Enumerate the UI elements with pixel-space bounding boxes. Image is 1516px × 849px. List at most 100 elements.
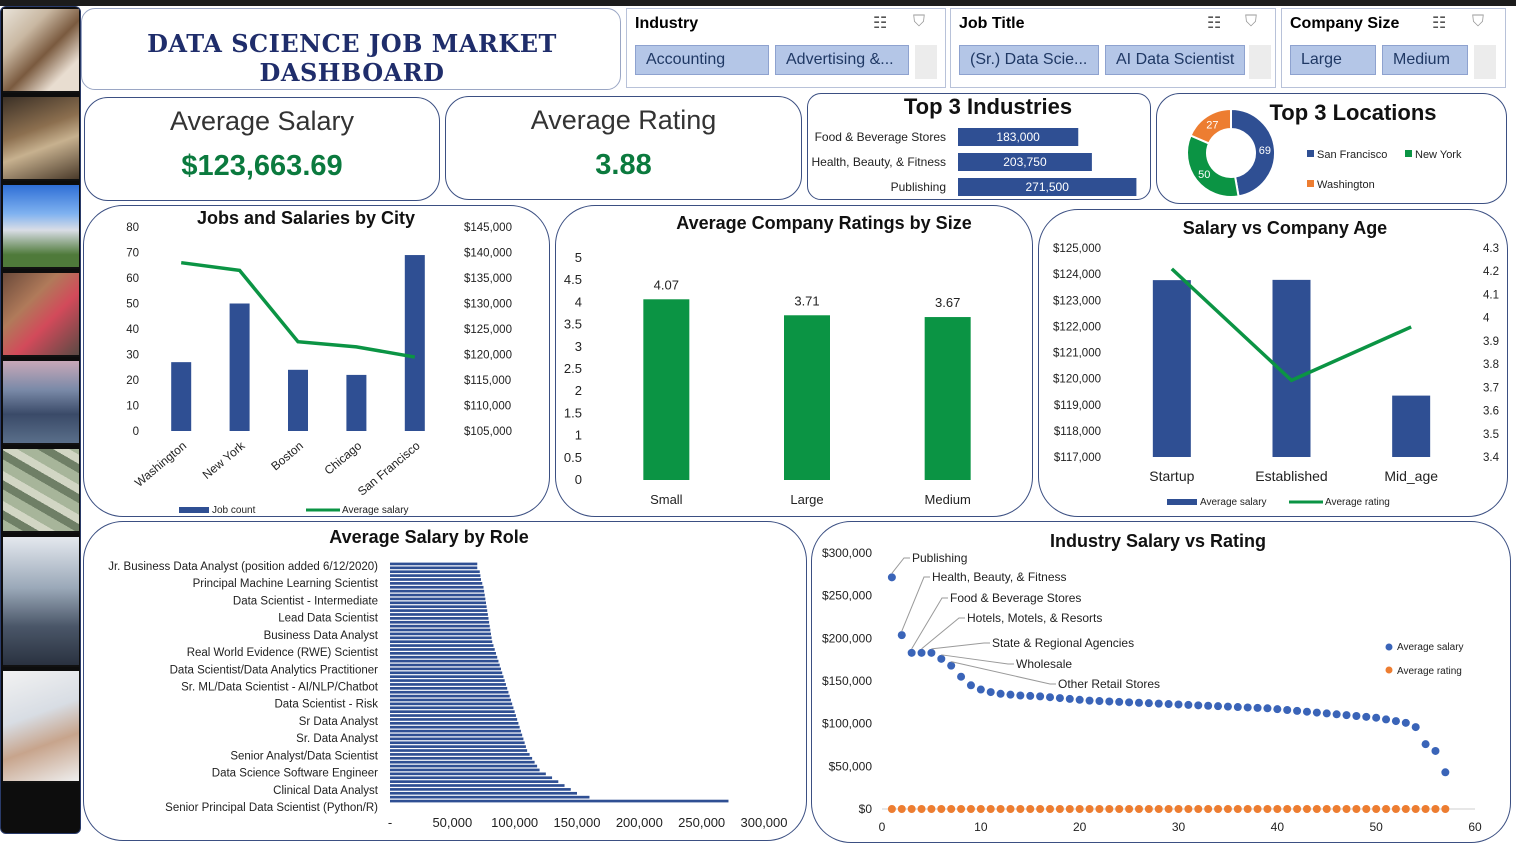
role-bar <box>390 721 519 725</box>
salary-point <box>986 688 995 697</box>
salary-point <box>1026 691 1035 700</box>
role-bar <box>390 632 491 636</box>
salary-point <box>1154 699 1163 708</box>
clear-filter-icon[interactable]: ⛉ <box>913 13 925 31</box>
role-bar <box>390 683 506 686</box>
donut-slice-label: 50 <box>1198 169 1210 181</box>
rating-point <box>1263 804 1272 813</box>
job-title-slicer[interactable]: Job Title ☷ ⛉ (Sr.) Data Scie... AI Data… <box>950 8 1276 88</box>
legend-label: Average salary <box>1200 497 1267 508</box>
role-bar <box>390 675 504 679</box>
clear-filter-icon[interactable]: ⛉ <box>1245 13 1257 31</box>
salary-point <box>1362 712 1371 721</box>
salary-point <box>1174 700 1183 709</box>
top-locations-chart: Top 3 Locations 69 50 27 San Francisco New Y… <box>1186 100 1462 198</box>
rating-point <box>1273 804 1282 813</box>
rating-point <box>1085 804 1094 813</box>
role-bar <box>390 694 510 698</box>
multi-select-icon[interactable]: ☷ <box>873 13 887 33</box>
y-tick: 2.5 <box>564 361 582 376</box>
x-tick: San Francisco <box>355 438 423 498</box>
bar <box>1152 280 1191 457</box>
slicer-scroll[interactable] <box>1474 45 1496 79</box>
y-tick: $300,000 <box>822 546 872 560</box>
company-size-slicer-label: Company Size <box>1290 15 1400 32</box>
y-right-tick: 3.5 <box>1483 429 1499 441</box>
salary-point <box>1105 697 1114 706</box>
slicer-item-sr-data-scientist[interactable]: (Sr.) Data Scie... <box>959 45 1099 75</box>
role-bar <box>390 593 485 597</box>
multi-select-icon[interactable]: ☷ <box>1432 13 1446 33</box>
y-right-tick: 4 <box>1483 313 1490 325</box>
role-bar <box>390 725 520 729</box>
role-bar <box>390 628 491 632</box>
legend-label: San Francisco <box>1317 149 1387 161</box>
x-tick: Large <box>790 492 823 507</box>
slicer-scroll[interactable] <box>915 45 937 79</box>
y-left-tick: 0 <box>133 426 139 438</box>
role-bar <box>390 605 487 609</box>
y-tick: $150,000 <box>822 674 872 688</box>
age-chart-card: Salary vs Company Age $117,000 $118,000 $11… <box>1038 209 1508 517</box>
legend-label: Average rating <box>1397 666 1462 677</box>
y-tick: 3.5 <box>564 317 582 332</box>
bar <box>924 317 971 480</box>
salary-point <box>1134 698 1143 707</box>
rating-point <box>887 804 896 813</box>
top-industries-title: Top 3 Industries <box>904 94 1072 119</box>
y-tick: $200,000 <box>822 631 872 645</box>
y-tick: 4.5 <box>564 272 582 287</box>
role-chart-card: Average Salary by Role Jr. Business Data … <box>83 521 807 841</box>
rating-point <box>1401 804 1410 813</box>
rating-point <box>1105 804 1114 813</box>
rating-point <box>1243 804 1252 813</box>
company-size-slicer[interactable]: Company Size ☷ ⛉ Large Medium <box>1281 8 1506 88</box>
rating-point <box>1372 804 1381 813</box>
donut-slice-label: 27 <box>1206 120 1218 132</box>
salary-point <box>1263 704 1272 713</box>
bar <box>288 369 308 431</box>
legend-label: Average rating <box>1325 497 1390 508</box>
salary-point <box>887 573 896 582</box>
role-bar <box>390 620 490 624</box>
office-building-photo <box>3 185 79 269</box>
slicer-item-advertising[interactable]: Advertising &... <box>775 45 909 75</box>
x-tick: 200,000 <box>616 815 663 830</box>
y-right-tick: 4.2 <box>1483 266 1499 278</box>
slicer-item-accounting[interactable]: Accounting <box>635 45 769 75</box>
y-right-tick: $110,000 <box>464 401 511 413</box>
role-label: Data Scientist/Data Analytics Practition… <box>170 664 379 676</box>
rating-point <box>1214 804 1223 813</box>
slicer-item-large[interactable]: Large <box>1290 45 1376 75</box>
rating-point <box>1293 804 1302 813</box>
role-bar <box>390 780 559 783</box>
avg-salary-label: Average Salary <box>169 106 355 136</box>
salary-point <box>1382 715 1391 724</box>
salary-point <box>1322 709 1331 718</box>
annotation-leader <box>921 617 965 650</box>
rating-point <box>1342 804 1351 813</box>
y-tick: 4 <box>575 294 582 309</box>
role-label: Sr. ML/Data Scientist - AI/NLP/Chatbot <box>181 682 379 694</box>
role-bar <box>390 760 535 764</box>
role-bar <box>390 784 565 787</box>
slicer-item-ai-data-scientist[interactable]: AI Data Scientist <box>1105 45 1245 75</box>
y-left-tick: 40 <box>126 324 139 336</box>
chart-title: Average Company Ratings by Size <box>676 213 971 233</box>
role-bar <box>390 613 488 616</box>
annotation-label: Publishing <box>912 551 967 565</box>
salary-point <box>1342 711 1351 720</box>
age-chart: Salary vs Company Age $117,000 $118,000 $11… <box>1053 218 1500 508</box>
role-bar <box>390 690 509 694</box>
industry-slicer[interactable]: Industry ☷ ⛉ Accounting Advertising &... <box>626 8 946 88</box>
multi-select-icon[interactable]: ☷ <box>1207 13 1221 33</box>
size-chart-card: Average Company Ratings by Size 0 0.5 1 1.5 2… <box>555 205 1033 517</box>
role-label: Clinical Data Analyst <box>273 785 379 797</box>
clear-filter-icon[interactable]: ⛉ <box>1472 13 1484 31</box>
role-bar <box>390 741 525 745</box>
salary-point <box>1352 711 1361 720</box>
role-bar <box>390 710 515 713</box>
annotation-label: Health, Beauty, & Fitness <box>932 570 1067 584</box>
slicer-item-medium[interactable]: Medium <box>1382 45 1468 75</box>
slicer-scroll[interactable] <box>1249 45 1271 79</box>
